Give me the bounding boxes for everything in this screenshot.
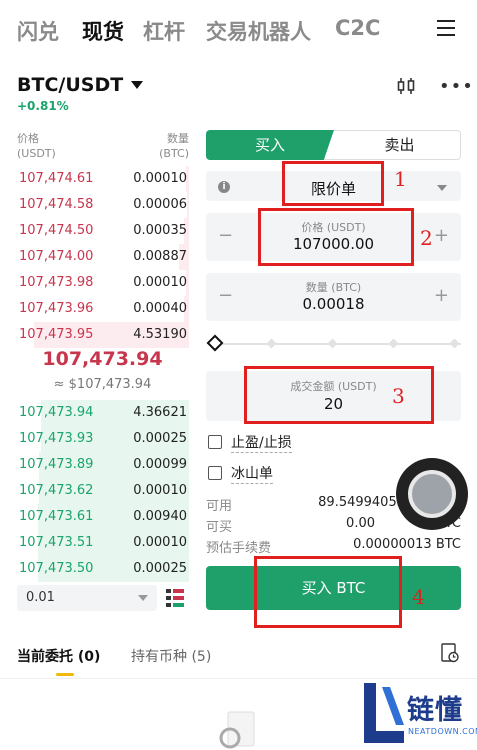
tab-margin[interactable]: 杠杆 <box>143 16 185 46</box>
watermark-brand: 链懂 <box>407 695 463 726</box>
watermark-logo <box>364 683 404 743</box>
watermark-url: NEATDOWN.COM <box>408 727 477 736</box>
tab-open-orders[interactable]: 当前委托 (0) <box>17 646 100 666</box>
bid-price: 107,473.61 <box>19 509 94 524</box>
bid-row[interactable]: 107,473.62 0.00010 <box>17 478 189 504</box>
tpsl-label[interactable]: 止盈/止损 <box>231 432 292 453</box>
orders-tabs: 当前委托 (0) 持有币种 (5) <box>0 640 477 680</box>
bid-row[interactable]: 107,473.89 0.00099 <box>17 452 189 478</box>
annotation-number-2: 2 <box>420 226 433 250</box>
floating-assistant-icon[interactable] <box>396 458 468 530</box>
iceberg-checkbox[interactable] <box>208 466 222 480</box>
bid-price: 107,473.94 <box>19 405 94 420</box>
top-nav: 闪兑 现货 杠杆 交易机器人 C2C <box>0 0 477 60</box>
ask-qty: 0.00035 <box>133 223 187 238</box>
tab-buy[interactable]: 买入 <box>206 130 334 160</box>
bid-price: 107,473.89 <box>19 457 94 472</box>
pair-symbol[interactable]: BTC/USDT <box>17 74 123 96</box>
order-book-mode-icon[interactable] <box>166 588 184 608</box>
ask-price: 107,474.50 <box>19 223 94 238</box>
bid-qty: 0.00025 <box>133 561 187 576</box>
ask-row[interactable]: 107,473.98 0.00010 <box>17 270 189 296</box>
ask-row[interactable]: 107,474.00 0.00887 <box>17 244 189 270</box>
bid-price: 107,473.62 <box>19 483 94 498</box>
amount-slider[interactable] <box>206 334 461 353</box>
more-icon[interactable]: ••• <box>439 78 474 96</box>
tab-swap[interactable]: 闪兑 <box>17 16 59 46</box>
annotation-number-3: 3 <box>392 384 405 408</box>
ask-price: 107,474.00 <box>19 249 94 264</box>
ask-qty: 0.00040 <box>133 301 187 316</box>
tab-sell[interactable]: 卖出 <box>324 130 461 160</box>
ask-price: 107,474.61 <box>19 171 94 186</box>
price-increase-button[interactable]: + <box>434 225 449 246</box>
ask-row[interactable]: 107,473.95 4.53190 <box>17 322 189 348</box>
ask-row[interactable]: 107,474.58 0.00006 <box>17 192 189 218</box>
bid-row[interactable]: 107,473.93 0.00025 <box>17 426 189 452</box>
tab-holdings[interactable]: 持有币种 (5) <box>131 646 211 666</box>
tab-trading-bot[interactable]: 交易机器人 <box>206 16 311 46</box>
bid-price: 107,473.93 <box>19 431 94 446</box>
tab-spot[interactable]: 现货 <box>82 16 124 46</box>
chart-icon[interactable] <box>396 76 416 96</box>
bid-qty: 0.00010 <box>133 483 187 498</box>
ask-qty: 0.00010 <box>133 171 187 186</box>
chevron-down-icon[interactable] <box>131 81 143 89</box>
amount-input[interactable]: 0.00018 <box>206 295 461 313</box>
last-price-fiat: ≈ $107,473.94 <box>53 377 152 392</box>
price-change: +0.81% <box>17 99 69 113</box>
iceberg-label[interactable]: 冰山单 <box>231 463 273 484</box>
amount-field[interactable]: − 数量 (BTC) 0.00018 + <box>206 273 461 321</box>
amount-increase-button[interactable]: + <box>434 285 449 306</box>
annotation-box-4 <box>254 556 402 628</box>
annotation-number-1: 1 <box>394 167 407 191</box>
slider-thumb[interactable] <box>206 334 224 352</box>
fee-row: 预估手续费 0.00000013 BTC <box>206 537 461 556</box>
ask-qty: 0.00887 <box>133 249 187 264</box>
annotation-box-2 <box>258 208 414 266</box>
bid-row[interactable]: 107,473.50 0.00025 <box>17 556 189 582</box>
ask-depth-bar <box>187 192 189 218</box>
history-icon[interactable] <box>441 643 459 663</box>
ask-price: 107,473.95 <box>19 327 94 342</box>
bid-qty: 0.00940 <box>133 509 187 524</box>
ask-qty: 0.00006 <box>133 197 187 212</box>
ask-qty: 4.53190 <box>133 327 187 342</box>
ask-price: 107,473.96 <box>19 301 94 316</box>
ask-row[interactable]: 107,473.96 0.00040 <box>17 296 189 322</box>
annotation-box-3 <box>244 366 434 424</box>
side-tabs: 卖出 买入 <box>206 130 461 160</box>
annotation-number-4: 4 <box>412 585 425 609</box>
depth-precision-select[interactable]: 0.01 <box>17 585 157 611</box>
ask-row[interactable]: 107,474.50 0.00035 <box>17 218 189 244</box>
tab-c2c[interactable]: C2C <box>335 16 380 40</box>
ask-price: 107,474.58 <box>19 197 94 212</box>
bid-qty: 0.00025 <box>133 431 187 446</box>
bid-price: 107,473.51 <box>19 535 94 550</box>
ask-row[interactable]: 107,474.61 0.00010 <box>17 166 189 192</box>
ask-price: 107,473.98 <box>19 275 94 290</box>
ob-price-header: 价格 (USDT) <box>17 132 56 160</box>
empty-search-icon <box>219 711 255 749</box>
menu-icon[interactable] <box>437 20 455 36</box>
bid-price: 107,473.50 <box>19 561 94 576</box>
ob-qty-header: 数量 (BTC) <box>159 132 189 160</box>
chevron-down-icon <box>138 595 148 601</box>
tpsl-checkbox[interactable] <box>208 435 222 449</box>
bid-row[interactable]: 107,473.51 0.00010 <box>17 530 189 556</box>
annotation-box-1 <box>282 161 384 206</box>
bid-row[interactable]: 107,473.94 4.36621 <box>17 400 189 426</box>
bid-qty: 0.00010 <box>133 535 187 550</box>
ask-qty: 0.00010 <box>133 275 187 290</box>
chevron-down-icon <box>437 185 447 191</box>
bid-qty: 0.00099 <box>133 457 187 472</box>
bid-row[interactable]: 107,473.61 0.00940 <box>17 504 189 530</box>
bid-qty: 4.36621 <box>133 405 187 420</box>
last-price: 107,473.94 <box>42 348 163 370</box>
